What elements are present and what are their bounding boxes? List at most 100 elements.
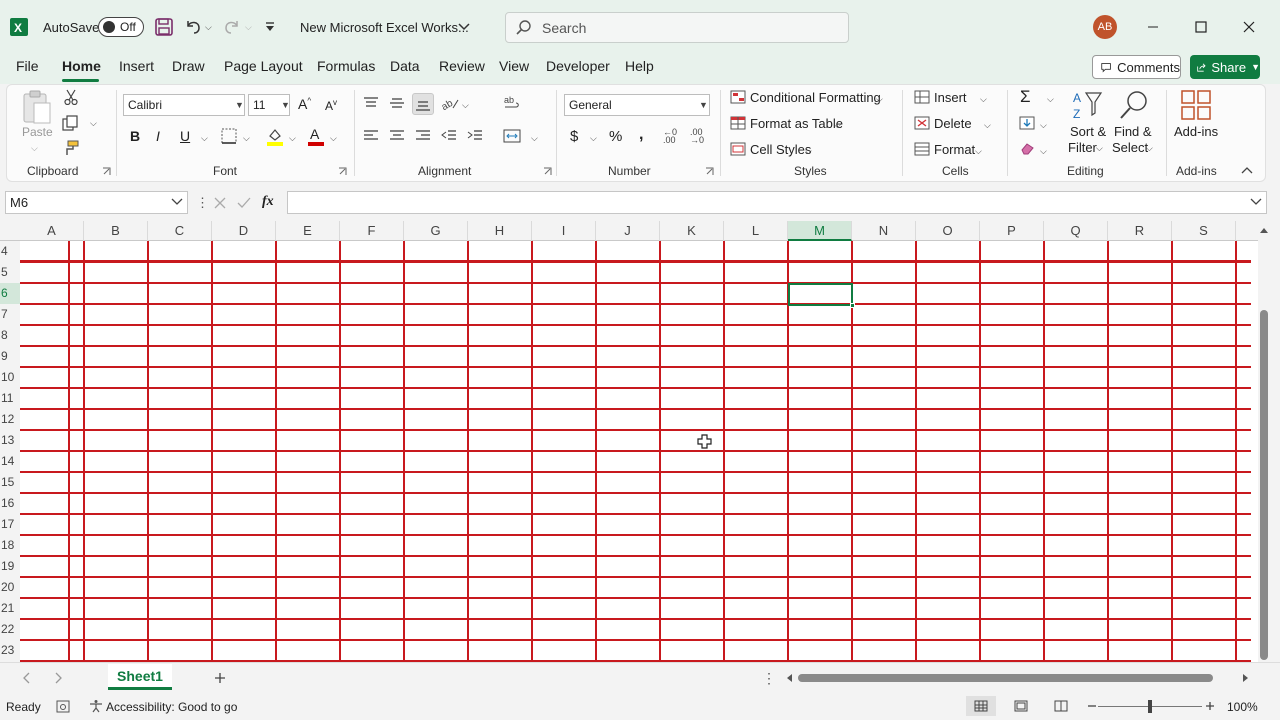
italic-icon[interactable]: I — [156, 128, 160, 144]
sheet-tab-sheet1[interactable]: Sheet1 — [108, 664, 172, 690]
row-header-12[interactable]: 12 — [0, 409, 20, 430]
row-header-22[interactable]: 22 — [0, 619, 20, 640]
zoom-slider-thumb[interactable] — [1148, 700, 1152, 713]
font-color-icon[interactable]: A — [307, 126, 325, 146]
decrease-indent-icon[interactable] — [441, 129, 457, 143]
align-bottom-icon[interactable] — [412, 93, 434, 115]
row-header-5[interactable]: 5 — [0, 262, 20, 283]
font-color-dropdown-icon[interactable]: ⌵ — [330, 133, 337, 144]
expand-formula-bar-icon[interactable] — [1250, 198, 1262, 206]
row-header-18[interactable]: 18 — [0, 535, 20, 556]
format-as-table-icon[interactable] — [730, 116, 746, 130]
maximize-button[interactable] — [1188, 15, 1214, 39]
vertical-scroll-thumb[interactable] — [1260, 310, 1268, 660]
align-left-icon[interactable] — [363, 129, 379, 143]
sort-filter-label-2[interactable]: Filter — [1068, 140, 1097, 155]
column-header-f[interactable]: F — [340, 221, 404, 241]
paste-label[interactable]: Paste — [22, 125, 53, 139]
format-as-table-label[interactable]: Format as Table — [750, 116, 843, 131]
cell-styles-chevron-icon[interactable]: ⌵ — [805, 146, 812, 157]
merge-dropdown-icon[interactable]: ⌵ — [531, 133, 538, 144]
document-title[interactable]: New Microsoft Excel Works... — [300, 20, 469, 35]
conditional-formatting-icon[interactable] — [730, 90, 746, 104]
column-header-d[interactable]: D — [212, 221, 276, 241]
tab-developer[interactable]: Developer — [546, 58, 610, 74]
conditional-formatting-chevron-icon[interactable]: ⌵ — [876, 94, 883, 105]
sheet-prev-icon[interactable] — [22, 672, 30, 684]
row-header-14[interactable]: 14 — [0, 451, 20, 472]
comments-button[interactable]: Comments — [1092, 55, 1181, 79]
insert-cells-chevron-icon[interactable]: ⌵ — [980, 94, 987, 105]
underline-dropdown-icon[interactable]: ⌵ — [201, 133, 208, 144]
copy-icon[interactable] — [62, 115, 80, 131]
add-ins-icon[interactable] — [1180, 89, 1212, 121]
column-header-q[interactable]: Q — [1044, 221, 1108, 241]
redo-icon[interactable] — [223, 18, 241, 36]
column-header-p[interactable]: P — [980, 221, 1044, 241]
worksheet-grid[interactable]: ABCDEFGHIJKLMNOPQRS 4 5 6 7 8 9 10 11 12 13 14 15 16… — [0, 221, 1258, 662]
copy-dropdown-icon[interactable]: ⌵ — [90, 118, 97, 129]
cancel-entry-icon[interactable] — [212, 195, 228, 211]
fill-icon[interactable] — [1019, 116, 1035, 130]
column-header-b[interactable]: B — [84, 221, 148, 241]
close-button[interactable] — [1236, 15, 1262, 39]
clear-chevron-icon[interactable]: ⌵ — [1040, 146, 1047, 157]
number-dialog-launcher-icon[interactable] — [705, 167, 714, 176]
column-header-j[interactable]: J — [596, 221, 660, 241]
row-header-10[interactable]: 10 — [0, 367, 20, 388]
tab-view[interactable]: View — [499, 58, 529, 74]
tab-file[interactable]: File — [16, 58, 39, 74]
row-header-4[interactable]: 4 — [0, 241, 20, 262]
tab-insert[interactable]: Insert — [119, 58, 154, 74]
horizontal-scroll-thumb[interactable] — [798, 674, 1213, 682]
normal-view-icon[interactable] — [966, 696, 996, 716]
formula-input[interactable] — [287, 191, 1267, 214]
borders-dropdown-icon[interactable]: ⌵ — [243, 133, 250, 144]
orientation-dropdown-icon[interactable]: ⌵ — [462, 100, 469, 111]
zoom-out-icon[interactable] — [1087, 701, 1097, 711]
fill-chevron-icon[interactable]: ⌵ — [1040, 120, 1047, 131]
borders-icon[interactable] — [221, 128, 237, 144]
paste-dropdown-icon[interactable]: ⌵ — [31, 143, 38, 154]
sort-filter-chevron-icon[interactable]: ⌵ — [1096, 143, 1103, 154]
find-select-chevron-icon[interactable]: ⌵ — [1146, 143, 1153, 154]
column-header-g[interactable]: G — [404, 221, 468, 241]
tab-data[interactable]: Data — [390, 58, 420, 74]
format-cells-label[interactable]: Format — [934, 142, 975, 157]
grow-font-icon[interactable]: A^ — [298, 96, 311, 112]
row-header-8[interactable]: 8 — [0, 325, 20, 346]
row-header-23[interactable]: 23 — [0, 640, 20, 661]
row-header-19[interactable]: 19 — [0, 556, 20, 577]
save-icon[interactable] — [155, 18, 173, 36]
column-header-s[interactable]: S — [1172, 221, 1236, 241]
scroll-up-icon[interactable] — [1259, 226, 1269, 234]
tab-home[interactable]: Home — [62, 58, 101, 74]
conditional-formatting-label[interactable]: Conditional Formatting — [750, 90, 881, 105]
confirm-entry-icon[interactable] — [236, 195, 252, 211]
accessibility-status[interactable]: Accessibility: Good to go — [106, 700, 237, 714]
fill-color-icon[interactable] — [266, 126, 284, 146]
find-select-label-1[interactable]: Find & — [1114, 124, 1152, 139]
page-break-view-icon[interactable] — [1054, 700, 1068, 712]
row-header-16[interactable]: 16 — [0, 493, 20, 514]
delete-cells-icon[interactable] — [914, 116, 930, 130]
active-cell[interactable] — [788, 283, 855, 308]
format-painter-icon[interactable] — [63, 140, 79, 156]
align-middle-icon[interactable] — [389, 96, 405, 110]
column-header-m[interactable]: M — [788, 221, 852, 241]
customize-qat-icon[interactable] — [265, 22, 275, 32]
add-sheet-icon[interactable] — [214, 672, 226, 684]
autosum-icon[interactable]: Σ — [1020, 87, 1031, 107]
wrap-text-icon[interactable]: ab — [503, 95, 521, 111]
cell-styles-label[interactable]: Cell Styles — [750, 142, 811, 157]
insert-cells-icon[interactable] — [914, 90, 930, 104]
minimize-button[interactable] — [1140, 15, 1166, 39]
macro-record-icon[interactable] — [56, 700, 70, 713]
tab-formulas[interactable]: Formulas — [317, 58, 375, 74]
underline-icon[interactable]: U — [180, 128, 190, 144]
fill-handle[interactable] — [850, 303, 855, 308]
find-select-icon[interactable] — [1118, 89, 1150, 121]
undo-dropdown-icon[interactable]: ⌵ — [205, 22, 212, 33]
orientation-icon[interactable]: ab — [441, 96, 459, 110]
row-header-15[interactable]: 15 — [0, 472, 20, 493]
